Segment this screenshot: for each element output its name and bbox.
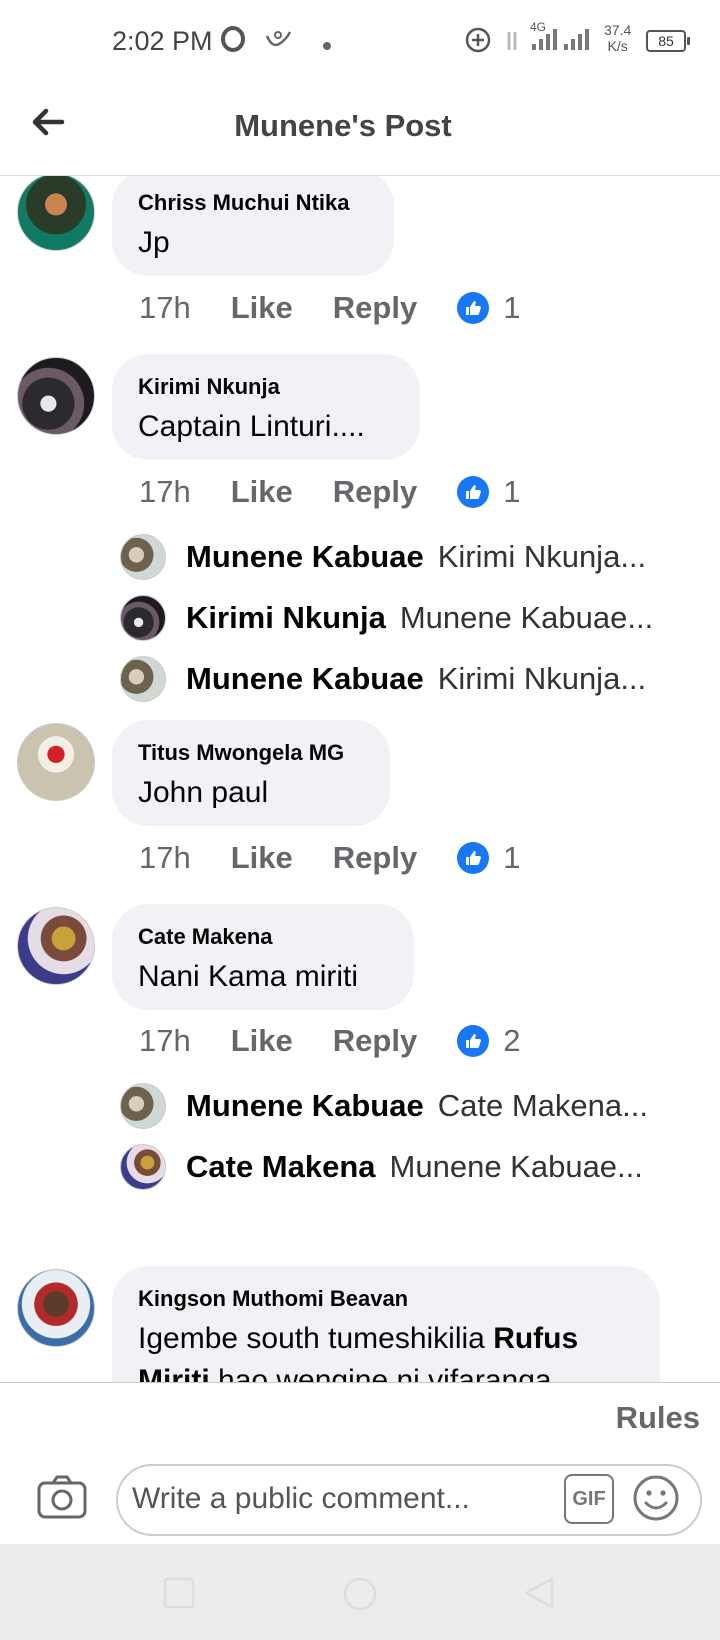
- avatar[interactable]: [17, 357, 95, 435]
- comment-bubble[interactable]: Chriss Muchui Ntika Jp: [112, 176, 394, 276]
- comment-bubble[interactable]: Titus Mwongela MG John paul: [112, 720, 390, 826]
- comment-text: Igembe south tumeshikilia Rufus Miriti h…: [138, 1318, 634, 1382]
- reaction-count[interactable]: 1: [503, 840, 520, 876]
- notification-app-icon: [264, 26, 294, 59]
- status-time: 2:02 PM: [112, 26, 213, 56]
- comment-text-rest: hao wengine ni vifaranga: [209, 1364, 552, 1382]
- thumbs-up-icon[interactable]: [457, 1025, 490, 1057]
- comment-text: Jp: [138, 226, 170, 259]
- comment-text: John paul: [138, 776, 269, 809]
- reply-preview[interactable]: Kirimi Nkunja Munene Kabuae...: [120, 594, 680, 642]
- reply-text: Kirimi Nkunja...: [437, 661, 647, 696]
- comment-input[interactable]: Write a public comment... GIF: [116, 1464, 702, 1536]
- comment-actions: 17h Like Reply 1: [139, 840, 520, 876]
- comment-text: Nani Kama miriti: [138, 960, 359, 993]
- comment-bubble[interactable]: Kirimi Nkunja Captain Linturi....: [112, 354, 420, 460]
- thumbs-up-icon[interactable]: [457, 842, 490, 874]
- reply-preview[interactable]: Munene Kabuae Kirimi Nkunja...: [120, 655, 680, 703]
- home-icon[interactable]: [342, 1576, 378, 1612]
- like-button[interactable]: Like: [231, 840, 293, 876]
- camera-button[interactable]: [36, 1474, 88, 1526]
- emoji-icon: [633, 1475, 679, 1521]
- comment-placeholder: Write a public comment...: [132, 1482, 470, 1515]
- reply-author: Kirimi Nkunja: [186, 600, 386, 635]
- comment-author[interactable]: Kingson Muthomi Beavan: [138, 1284, 634, 1314]
- comment-actions: 17h Like Reply 2: [139, 1023, 520, 1059]
- reply-text: Munene Kabuae...: [399, 600, 654, 635]
- reply-preview[interactable]: Munene Kabuae Cate Makena...: [120, 1082, 680, 1130]
- footer-divider: [0, 1382, 720, 1383]
- comment-actions: 17h Like Reply 1: [139, 290, 520, 326]
- reply-author: Cate Makena: [186, 1149, 376, 1184]
- camera-icon: [37, 1475, 87, 1519]
- system-nav-bar: [0, 1544, 720, 1640]
- reply-author: Munene Kabuae: [186, 539, 424, 574]
- signal-2-icon: [564, 26, 589, 50]
- net-speed: 37.4 K/s: [604, 22, 631, 54]
- reply-text: Munene Kabuae...: [389, 1149, 643, 1184]
- comment-actions: 17h Like Reply 1: [139, 474, 520, 510]
- comment-author[interactable]: Kirimi Nkunja: [138, 372, 394, 402]
- thumbs-up-icon[interactable]: [457, 292, 490, 324]
- comment-time[interactable]: 17h: [139, 1023, 191, 1059]
- status-bar: 2:02 PM 4G 37.4 K/s 85: [0, 0, 720, 80]
- emoji-button[interactable]: [630, 1472, 682, 1524]
- signal-1-icon: [532, 26, 557, 50]
- avatar: [120, 1083, 166, 1129]
- reaction-count[interactable]: 1: [503, 290, 520, 326]
- reply-preview[interactable]: Munene Kabuae Kirimi Nkunja...: [120, 533, 680, 581]
- mention-link[interactable]: Miriti: [138, 1364, 210, 1382]
- net-speed-value: 37.4: [604, 22, 632, 38]
- reply-button[interactable]: Reply: [333, 290, 417, 326]
- comment-author[interactable]: Cate Makena: [138, 922, 388, 952]
- battery-icon: 85: [646, 30, 690, 52]
- avatar[interactable]: [17, 176, 95, 251]
- avatar: [120, 656, 166, 702]
- reply-author: Munene Kabuae: [186, 661, 424, 696]
- recents-icon[interactable]: [162, 1576, 196, 1610]
- avatar: [120, 1144, 166, 1190]
- data-saver-icon: [464, 26, 492, 61]
- avatar[interactable]: [17, 1269, 95, 1347]
- thumbs-up-icon[interactable]: [457, 476, 490, 508]
- reaction-count[interactable]: 1: [503, 474, 520, 510]
- reply-text: Kirimi Nkunja...: [437, 539, 647, 574]
- back-nav-icon[interactable]: [522, 1576, 556, 1610]
- opera-icon: [220, 26, 246, 59]
- avatar: [120, 534, 166, 580]
- comment-text: Captain Linturi....: [138, 410, 365, 443]
- reply-button[interactable]: Reply: [333, 1023, 417, 1059]
- avatar[interactable]: [17, 723, 95, 801]
- reaction-count[interactable]: 2: [503, 1023, 520, 1059]
- comment-bubble[interactable]: Kingson Muthomi Beavan Igembe south tume…: [112, 1266, 660, 1382]
- reply-button[interactable]: Reply: [333, 474, 417, 510]
- avatar[interactable]: [17, 907, 95, 985]
- comment-time[interactable]: 17h: [139, 474, 191, 510]
- comment-text-start: Igembe south tumeshikilia: [138, 1322, 494, 1355]
- like-button[interactable]: Like: [231, 474, 293, 510]
- comment-author[interactable]: Titus Mwongela MG: [138, 738, 364, 768]
- reply-button[interactable]: Reply: [333, 840, 417, 876]
- reply-text: Cate Makena...: [437, 1088, 648, 1123]
- like-button[interactable]: Like: [231, 1023, 293, 1059]
- comment-author[interactable]: Chriss Muchui Ntika: [138, 188, 368, 218]
- like-button[interactable]: Like: [231, 290, 293, 326]
- comment-time[interactable]: 17h: [139, 840, 191, 876]
- post-header: Munene's Post: [0, 80, 720, 176]
- reply-author: Munene Kabuae: [186, 1088, 424, 1123]
- rules-link[interactable]: Rules: [616, 1400, 700, 1436]
- comment-composer: Write a public comment... GIF: [0, 1460, 720, 1544]
- comment-time[interactable]: 17h: [139, 290, 191, 326]
- net-speed-unit: K/s: [607, 38, 628, 54]
- dot-icon: [322, 30, 332, 58]
- avatar: [120, 595, 166, 641]
- data-arrows-icon: [503, 30, 521, 59]
- comment-bubble[interactable]: Cate Makena Nani Kama miriti: [112, 904, 414, 1010]
- reply-preview[interactable]: Cate Makena Munene Kabuae...: [120, 1143, 680, 1191]
- mention-link[interactable]: Rufus: [493, 1322, 578, 1355]
- gif-button[interactable]: GIF: [564, 1474, 614, 1524]
- page-title: Munene's Post: [234, 108, 452, 143]
- comments-list[interactable]: Chriss Muchui Ntika Jp 17h Like Reply 1 …: [0, 176, 720, 1382]
